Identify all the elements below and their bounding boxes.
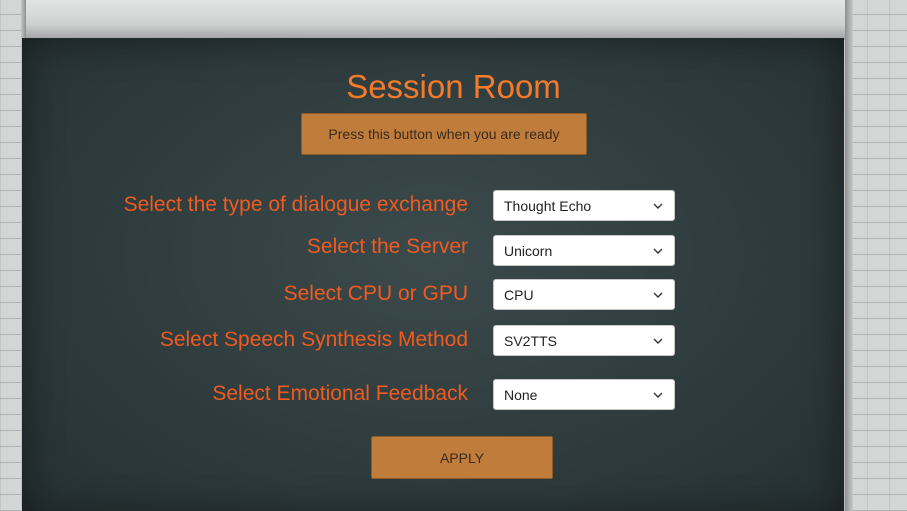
- dialogue-type-value: Thought Echo: [504, 197, 592, 214]
- ceiling: [0, 0, 907, 40]
- chevron-down-icon: [653, 292, 663, 298]
- speech-synthesis-label: Select Speech Synthesis Method: [159, 328, 468, 351]
- dialogue-type-dropdown[interactable]: Thought Echo: [493, 190, 675, 221]
- chevron-down-icon: [653, 248, 663, 254]
- emotional-feedback-dropdown[interactable]: None: [493, 379, 675, 410]
- apply-button[interactable]: APPLY: [371, 436, 553, 479]
- cpu-gpu-dropdown[interactable]: CPU: [493, 279, 675, 310]
- chevron-down-icon: [653, 338, 663, 344]
- server-label: Select the Server: [306, 235, 468, 258]
- emotional-feedback-label: Select Emotional Feedback: [212, 382, 468, 405]
- ready-button[interactable]: Press this button when you are ready: [301, 113, 587, 155]
- session-room-scene: Session Room Press this button when you …: [0, 0, 907, 511]
- dialogue-type-label: Select the type of dialogue exchange: [123, 193, 468, 216]
- cpu-gpu-value: CPU: [504, 286, 534, 303]
- cpu-gpu-label: Select CPU or GPU: [283, 282, 468, 305]
- server-dropdown[interactable]: Unicorn: [493, 235, 675, 266]
- emotional-feedback-value: None: [504, 386, 538, 403]
- page-title: Session Room: [346, 68, 561, 105]
- speech-synthesis-dropdown[interactable]: SV2TTS: [493, 325, 675, 356]
- speech-synthesis-value: SV2TTS: [504, 332, 557, 349]
- server-value: Unicorn: [504, 242, 553, 259]
- chevron-down-icon: [653, 392, 663, 398]
- chevron-down-icon: [653, 203, 663, 209]
